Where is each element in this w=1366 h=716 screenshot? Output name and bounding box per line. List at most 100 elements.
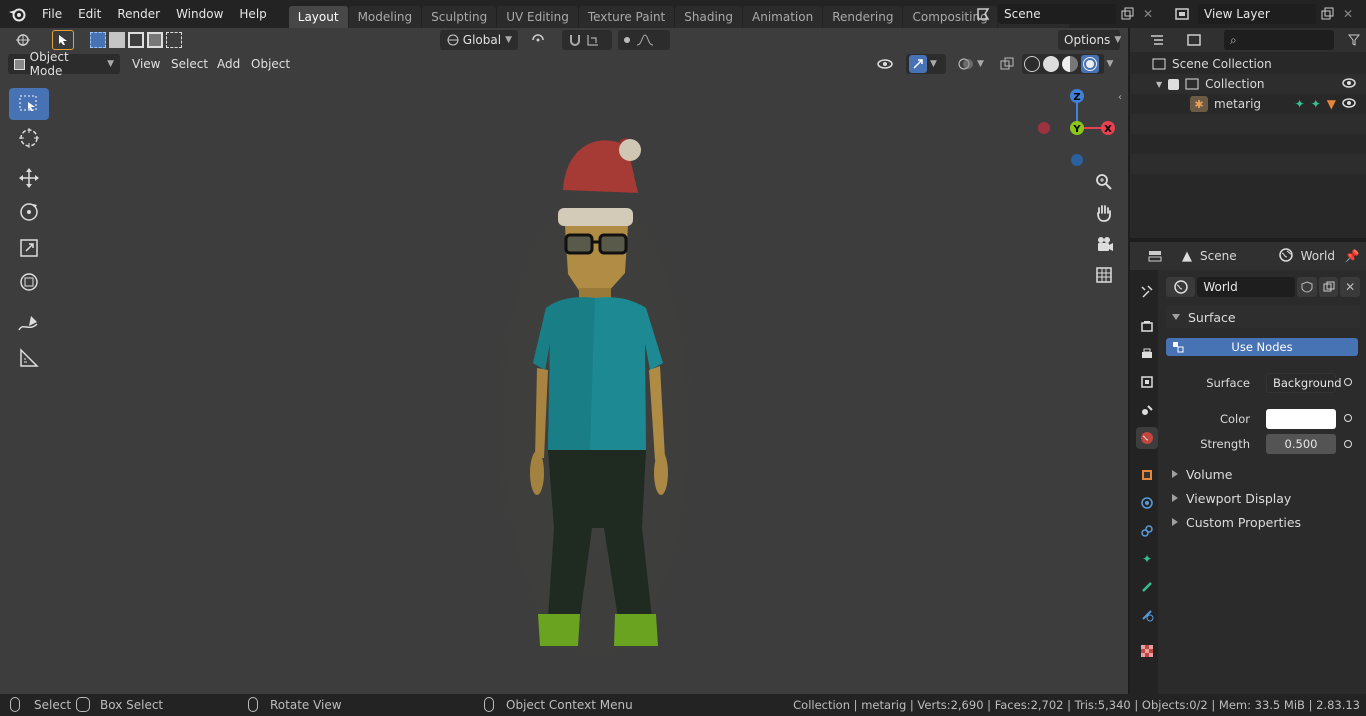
tab-texture-paint[interactable]: Texture Paint: [578, 6, 675, 28]
surface-panel-header[interactable]: Surface: [1166, 306, 1360, 328]
mode-intersect-icon[interactable]: [166, 32, 182, 48]
strength-socket-icon[interactable]: [1344, 440, 1352, 448]
mode-invert-icon[interactable]: [147, 32, 163, 48]
scene-tab-icon[interactable]: [1136, 399, 1158, 421]
rendered-shading-icon[interactable]: [1081, 55, 1099, 73]
wireframe-shading-icon[interactable]: [1024, 56, 1040, 72]
shading-options-dropdown[interactable]: ▼: [1100, 54, 1120, 74]
duplicate-world-icon[interactable]: [1318, 277, 1339, 297]
use-nodes-button[interactable]: Use Nodes: [1166, 338, 1358, 356]
viewport-display-panel-header[interactable]: Viewport Display: [1166, 487, 1360, 509]
surface-socket-icon[interactable]: [1344, 378, 1352, 386]
menu-edit[interactable]: Edit: [70, 0, 109, 28]
scale-tool[interactable]: [9, 232, 49, 264]
select-box-tool[interactable]: [9, 88, 49, 120]
output-tab-icon[interactable]: [1136, 343, 1158, 365]
transform-tool[interactable]: [9, 266, 49, 298]
fake-user-icon[interactable]: [1297, 277, 1317, 297]
collapse-arrow-icon[interactable]: ▼: [1156, 80, 1162, 89]
eye-icon[interactable]: [1342, 77, 1356, 91]
mode-set-icon[interactable]: [90, 32, 106, 48]
render-tab-icon[interactable]: [1136, 315, 1158, 337]
menu-window[interactable]: Window: [168, 0, 231, 28]
xray-toggle[interactable]: [996, 54, 1018, 74]
transform-orientation-dropdown[interactable]: Global ▼: [440, 30, 518, 50]
view-layer-icon[interactable]: [1166, 3, 1198, 25]
physics-tab-icon[interactable]: [1136, 492, 1158, 514]
mode-extend-icon[interactable]: [109, 32, 125, 48]
sidebar-toggle-icon[interactable]: ‹: [1118, 92, 1122, 103]
zoom-icon[interactable]: [1090, 168, 1118, 196]
tab-sculpting[interactable]: Sculpting: [422, 6, 497, 28]
material-shading-icon[interactable]: [1062, 56, 1078, 72]
pivot-point-dropdown[interactable]: [524, 30, 556, 50]
custom-properties-panel-header[interactable]: Custom Properties: [1166, 511, 1360, 533]
pose-icon[interactable]: ✦: [1295, 97, 1305, 111]
scene-name-field[interactable]: Scene: [998, 4, 1116, 24]
menu-select[interactable]: Select: [165, 54, 214, 74]
visibility-dropdown[interactable]: [870, 54, 902, 74]
constraints-tab-icon[interactable]: [1136, 520, 1158, 542]
mode-subtract-icon[interactable]: [128, 32, 144, 48]
menu-file[interactable]: File: [34, 0, 70, 28]
editor-type-button[interactable]: [8, 30, 40, 50]
menu-render[interactable]: Render: [109, 0, 168, 28]
overlays-toggle[interactable]: ▼: [952, 54, 990, 74]
volume-panel-header[interactable]: Volume: [1166, 463, 1360, 485]
snap-toggle[interactable]: [562, 30, 612, 50]
new-scene-icon[interactable]: [1116, 3, 1138, 25]
color-swatch[interactable]: [1266, 409, 1336, 429]
tab-uv-editing[interactable]: UV Editing: [497, 6, 578, 28]
delete-view-layer-icon[interactable]: ✕: [1338, 3, 1358, 25]
solid-shading-icon[interactable]: [1043, 56, 1059, 72]
annotate-tool[interactable]: [9, 308, 49, 340]
menu-object[interactable]: Object: [245, 54, 296, 74]
modifier-icon[interactable]: ▼: [1327, 97, 1336, 111]
options-dropdown[interactable]: Options ▼: [1058, 30, 1121, 50]
pin-icon[interactable]: 📌: [1342, 246, 1362, 266]
view-layer-tab-icon[interactable]: [1136, 371, 1158, 393]
tool-tab-icon[interactable]: [1136, 280, 1158, 302]
armature-data-icon[interactable]: ✦: [1311, 97, 1321, 111]
bone-constraint-tab-icon[interactable]: [1136, 604, 1158, 626]
navigation-gizmo[interactable]: Z Y X: [1032, 86, 1120, 166]
delete-scene-icon[interactable]: ✕: [1138, 3, 1158, 25]
new-view-layer-icon[interactable]: [1316, 3, 1338, 25]
measure-tool[interactable]: [9, 342, 49, 374]
world-tab-icon[interactable]: [1136, 427, 1158, 449]
menu-view[interactable]: View: [126, 54, 166, 74]
tab-layout[interactable]: Layout: [288, 6, 348, 28]
world-name-field[interactable]: World: [1197, 277, 1296, 297]
color-socket-icon[interactable]: [1344, 414, 1352, 422]
proportional-editing-toggle[interactable]: [618, 30, 670, 50]
object-tab-icon[interactable]: [1136, 464, 1158, 486]
outliner-search-input[interactable]: ⌕: [1224, 30, 1334, 50]
move-tool[interactable]: [9, 162, 49, 194]
object-mode-dropdown[interactable]: Object Mode ▼: [8, 50, 120, 78]
tab-animation[interactable]: Animation: [743, 6, 823, 28]
menu-help[interactable]: Help: [231, 0, 274, 28]
unlink-world-icon[interactable]: ✕: [1340, 277, 1360, 297]
cursor-tool[interactable]: [9, 122, 49, 154]
tab-modeling[interactable]: Modeling: [348, 6, 422, 28]
view-layer-name-field[interactable]: View Layer: [1198, 4, 1316, 24]
outliner-row-collection[interactable]: ▼ Collection: [1130, 74, 1366, 94]
bone-tab-icon[interactable]: [1136, 576, 1158, 598]
strength-field[interactable]: 0.500: [1266, 434, 1336, 454]
rotate-tool[interactable]: [9, 196, 49, 228]
tab-rendering[interactable]: Rendering: [823, 6, 903, 28]
surface-shader-selector[interactable]: Background: [1266, 373, 1342, 393]
gizmo-toggle[interactable]: ▼: [906, 54, 946, 74]
blender-logo-icon[interactable]: [0, 0, 34, 28]
character-model[interactable]: [480, 98, 710, 658]
outliner-row-metarig[interactable]: ✱ metarig ✦ ✦ ▼: [1130, 94, 1366, 114]
texture-tab-icon[interactable]: [1136, 640, 1158, 662]
tab-shading[interactable]: Shading: [675, 6, 742, 28]
outliner-row-scene-collection[interactable]: Scene Collection: [1130, 54, 1366, 74]
armature-tab-icon[interactable]: ✦: [1136, 548, 1158, 570]
pan-hand-icon[interactable]: [1090, 199, 1118, 227]
camera-view-icon[interactable]: [1090, 230, 1118, 258]
properties-editor-icon[interactable]: [1140, 246, 1170, 266]
3d-viewport[interactable]: Global ▼ Options ▼ Object Mode ▼ View Se…: [0, 28, 1128, 694]
world-browse-icon[interactable]: [1166, 277, 1196, 297]
